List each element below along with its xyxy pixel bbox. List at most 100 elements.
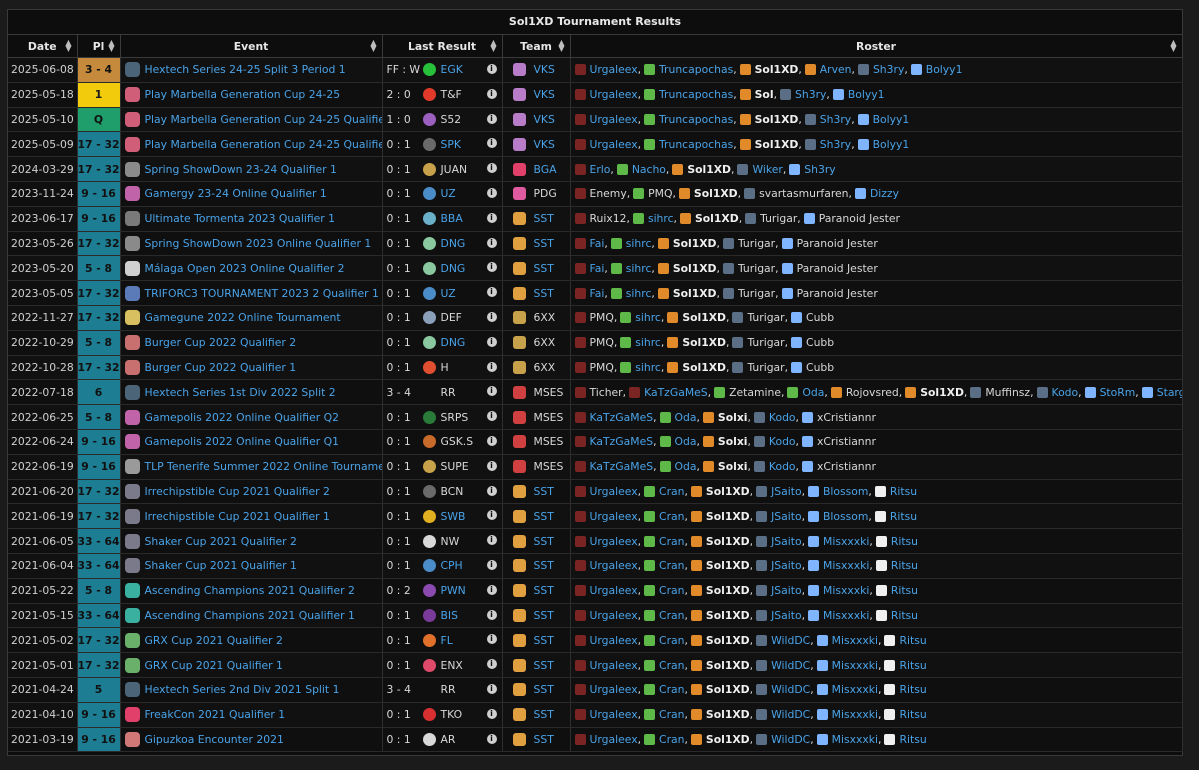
player-name[interactable]: Sh3ry — [820, 113, 851, 126]
player-name[interactable]: Arven — [820, 63, 852, 76]
info-icon[interactable]: i — [486, 163, 497, 174]
header-pl[interactable]: Pl ▲ ▼ — [77, 35, 121, 58]
player-name[interactable]: Cran — [659, 510, 684, 523]
player-name[interactable]: Misxxxki — [832, 733, 878, 746]
info-icon[interactable]: i — [486, 485, 497, 496]
player-name[interactable]: Urgaleex — [590, 535, 638, 548]
player-name[interactable]: Cran — [659, 559, 684, 572]
player-name[interactable]: Cran — [659, 683, 684, 696]
info-icon[interactable]: i — [486, 535, 497, 546]
info-icon[interactable]: i — [486, 733, 497, 744]
sort-icon[interactable]: ▲ ▼ — [108, 39, 114, 53]
team-name[interactable]: SST — [534, 634, 554, 647]
player-name[interactable]: Cran — [659, 708, 684, 721]
player-name[interactable]: Blossom — [823, 485, 868, 498]
player-name[interactable]: Truncapochas — [659, 63, 733, 76]
player-name[interactable]: Cran — [659, 609, 684, 622]
event-link[interactable]: Burger Cup 2022 Qualifier 2 — [145, 336, 297, 349]
player-name[interactable]: Ritsu — [891, 609, 918, 622]
player-name[interactable]: Misxxxki — [823, 609, 869, 622]
sort-icon[interactable]: ▲ ▼ — [558, 39, 564, 53]
header-roster[interactable]: Roster ▲ ▼ — [570, 35, 1183, 58]
team-name[interactable]: SST — [534, 262, 554, 275]
player-name[interactable]: JSaito — [771, 510, 802, 523]
player-name[interactable]: Cran — [659, 659, 684, 672]
player-name[interactable]: sihrc — [635, 336, 661, 349]
event-link[interactable]: TRIFORC3 TOURNAMENT 2023 2 Qualifier 1 — [145, 287, 379, 300]
event-link[interactable]: Hextech Series 2nd Div 2021 Split 1 — [145, 683, 340, 696]
player-name[interactable]: Ritsu — [891, 559, 918, 572]
player-name[interactable]: Urgaleex — [590, 634, 638, 647]
player-name[interactable]: Bolyy1 — [873, 138, 910, 151]
player-name[interactable]: Urgaleex — [590, 88, 638, 101]
event-link[interactable]: Play Marbella Generation Cup 24-25 — [145, 88, 341, 101]
player-name[interactable]: Kodo — [1052, 386, 1079, 399]
info-icon[interactable]: i — [486, 113, 497, 124]
player-name[interactable]: Urgaleex — [590, 113, 638, 126]
info-icon[interactable]: i — [486, 336, 497, 347]
player-name[interactable]: Fai — [590, 237, 605, 250]
info-icon[interactable]: i — [486, 609, 497, 620]
player-name[interactable]: JSaito — [771, 559, 802, 572]
info-icon[interactable]: i — [486, 659, 497, 670]
header-team[interactable]: Team ▲ ▼ — [502, 35, 571, 58]
player-name[interactable]: Misxxxki — [823, 559, 869, 572]
player-name[interactable]: WildDC — [771, 733, 810, 746]
header-date[interactable]: Date ▲ ▼ — [8, 35, 78, 58]
team-name[interactable]: SST — [534, 535, 554, 548]
player-name[interactable]: sihrc — [626, 237, 652, 250]
player-name[interactable]: Blossom — [823, 510, 868, 523]
player-name[interactable]: Cran — [659, 733, 684, 746]
opponent-name[interactable]: PWN — [441, 584, 466, 597]
event-link[interactable]: Burger Cup 2022 Qualifier 1 — [145, 361, 297, 374]
opponent-name[interactable]: BIS — [441, 609, 458, 622]
event-link[interactable]: GRX Cup 2021 Qualifier 1 — [145, 659, 283, 672]
event-link[interactable]: Irrechipstible Cup 2021 Qualifier 1 — [145, 510, 330, 523]
team-name[interactable]: SST — [534, 559, 554, 572]
player-name[interactable]: Urgaleex — [590, 485, 638, 498]
player-name[interactable]: Truncapochas — [659, 88, 733, 101]
player-name[interactable]: Ritsu — [899, 659, 926, 672]
header-result[interactable]: Last Result ▲ ▼ — [382, 35, 503, 58]
info-icon[interactable]: i — [486, 634, 497, 645]
team-name[interactable]: SST — [534, 237, 554, 250]
player-name[interactable]: Urgaleex — [590, 609, 638, 622]
team-name[interactable]: BGA — [534, 163, 557, 176]
event-link[interactable]: Play Marbella Generation Cup 24-25 Quali… — [145, 138, 382, 151]
player-name[interactable]: Misxxxki — [832, 634, 878, 647]
player-name[interactable]: Sh3ry — [804, 163, 835, 176]
player-name[interactable]: Cran — [659, 634, 684, 647]
team-name[interactable]: SST — [534, 584, 554, 597]
sort-icon[interactable]: ▲ ▼ — [65, 39, 71, 53]
player-name[interactable]: Sh3ry — [795, 88, 826, 101]
player-name[interactable]: sihrc — [648, 212, 674, 225]
opponent-name[interactable]: DNG — [441, 237, 466, 250]
player-name[interactable]: Urgaleex — [590, 138, 638, 151]
info-icon[interactable]: i — [486, 584, 497, 595]
player-name[interactable]: Urgaleex — [590, 659, 638, 672]
player-name[interactable]: Truncapochas — [659, 138, 733, 151]
player-name[interactable]: Urgaleex — [590, 63, 638, 76]
sort-icon[interactable]: ▲ ▼ — [1170, 39, 1176, 53]
player-name[interactable]: Dizzy — [870, 187, 899, 200]
player-name[interactable]: sihrc — [626, 287, 652, 300]
player-name[interactable]: Urgaleex — [590, 559, 638, 572]
team-name[interactable]: SST — [534, 212, 554, 225]
info-icon[interactable]: i — [486, 138, 497, 149]
player-name[interactable]: Misxxxki — [823, 584, 869, 597]
team-name[interactable]: SST — [534, 287, 554, 300]
player-name[interactable]: Ritsu — [899, 683, 926, 696]
player-name[interactable]: KaTzGaMeS — [644, 386, 708, 399]
player-name[interactable]: Bolyy1 — [848, 88, 885, 101]
info-icon[interactable]: i — [486, 212, 497, 223]
team-name[interactable]: SST — [534, 510, 554, 523]
player-name[interactable]: Kodo — [769, 411, 796, 424]
info-icon[interactable]: i — [486, 708, 497, 719]
player-name[interactable]: WildDC — [771, 708, 810, 721]
player-name[interactable]: Ritsu — [899, 733, 926, 746]
player-name[interactable]: Oda — [675, 460, 697, 473]
player-name[interactable]: Erlo — [590, 163, 611, 176]
player-name[interactable]: KaTzGaMeS — [590, 460, 654, 473]
team-name[interactable]: SST — [534, 733, 554, 746]
event-link[interactable]: TLP Tenerife Summer 2022 Online Tourname… — [145, 460, 382, 473]
